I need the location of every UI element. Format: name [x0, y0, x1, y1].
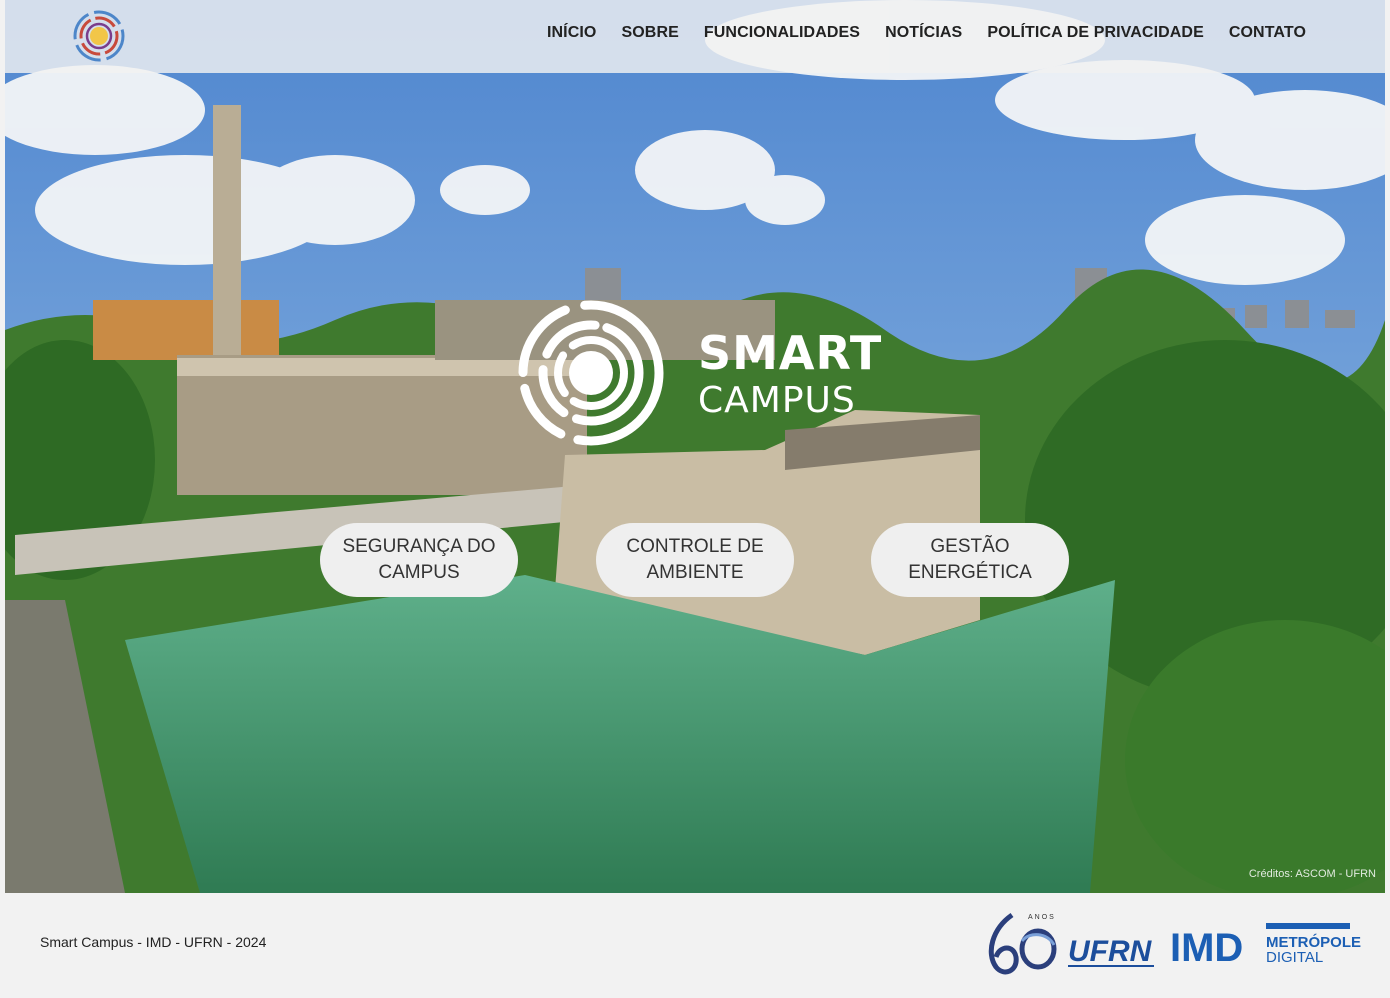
nav-contato[interactable]: CONTATO: [1229, 24, 1306, 42]
imd-logo: IMD: [1170, 926, 1243, 970]
page: INÍCIO SOBRE FUNCIONALIDADES NOTÍCIAS PO…: [0, 0, 1390, 998]
nav-sobre[interactable]: SOBRE: [621, 24, 678, 42]
feature-button-gestao-energetica[interactable]: GESTÃO ENERGÉTICA: [871, 523, 1069, 597]
top-navigation-bar: INÍCIO SOBRE FUNCIONALIDADES NOTÍCIAS PO…: [5, 0, 1385, 73]
hero-title-campus: CAMPUS: [698, 380, 856, 421]
smart-campus-mark-icon: [518, 300, 664, 446]
partner-logos: ANOS UFRN IMD METRÓPOLE DIGITAL: [988, 912, 1361, 975]
photo-credits: Créditos: ASCOM - UFRN: [1248, 868, 1376, 880]
smart-campus-logo-icon[interactable]: [73, 10, 125, 62]
main-nav: INÍCIO SOBRE FUNCIONALIDADES NOTÍCIAS PO…: [547, 24, 1306, 42]
footer-copyright: Smart Campus - IMD - UFRN - 2024: [40, 934, 267, 950]
nav-noticias[interactable]: NOTÍCIAS: [885, 24, 962, 42]
logo-60-anos-label: ANOS: [1028, 914, 1056, 921]
nav-inicio[interactable]: INÍCIO: [547, 24, 597, 42]
feature-button-controle-ambiente[interactable]: CONTROLE DE AMBIENTE: [596, 523, 794, 597]
hero-title-smart: SMART: [698, 326, 883, 380]
metropole-line2: DIGITAL: [1266, 949, 1323, 966]
nav-politica-de-privacidade[interactable]: POLÍTICA DE PRIVACIDADE: [987, 24, 1204, 42]
ufrn-60-anos-logo: ANOS: [988, 912, 1057, 975]
footer: Smart Campus - IMD - UFRN - 2024 ANOS UF…: [0, 893, 1390, 998]
nav-funcionalidades[interactable]: FUNCIONALIDADES: [704, 24, 860, 42]
feature-button-seguranca[interactable]: SEGURANÇA DO CAMPUS: [320, 523, 518, 597]
ufrn-logo: UFRN: [1068, 935, 1153, 968]
hero-logo: SMART CAMPUS: [516, 298, 881, 448]
